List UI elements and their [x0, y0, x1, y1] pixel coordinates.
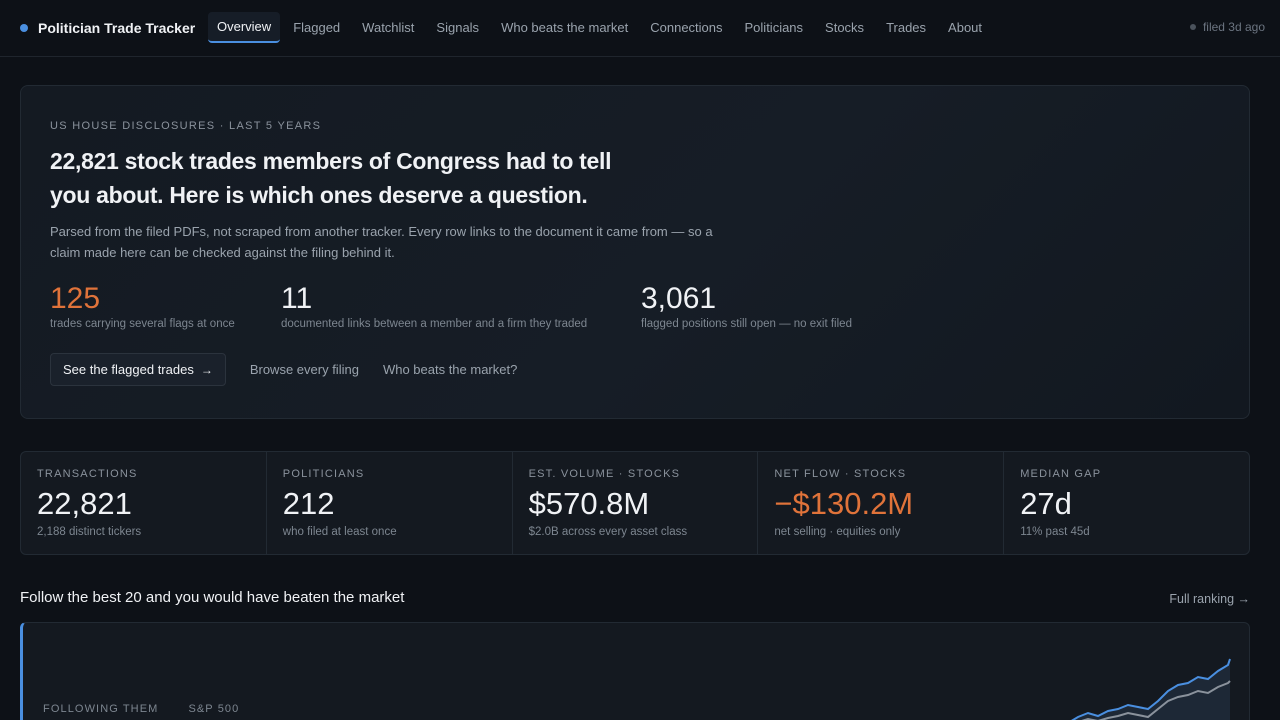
- legend-following-them: FOLLOWING THEM: [43, 703, 159, 715]
- stat-sub: $2.0B across every asset class: [528, 526, 688, 538]
- stat-sub: 2,188 distinct tickers: [37, 526, 142, 538]
- hero-stat-label: flagged positions still open — no exit f…: [641, 318, 852, 330]
- tab-watchlist[interactable]: Watchlist: [353, 12, 423, 43]
- stat-value: 27d: [1020, 486, 1072, 521]
- see-flagged-trades-button[interactable]: See the flagged trades →: [50, 353, 226, 386]
- stat-label: POLITICIANS: [282, 468, 365, 480]
- tab-overview[interactable]: Overview: [208, 12, 281, 43]
- tab-connections[interactable]: Connections: [641, 12, 731, 43]
- hero-title: 22,821 stock trades members of Congress …: [50, 148, 612, 208]
- brand-dot-icon: [20, 24, 28, 32]
- hero-stat-multi-flag: 125 trades carrying several flags at onc…: [50, 281, 235, 330]
- stat-value: 212: [282, 486, 335, 521]
- tab-politicians[interactable]: Politicians: [736, 12, 813, 43]
- tab-stocks[interactable]: Stocks: [816, 12, 873, 43]
- stats-strip: TRANSACTIONS 22,821 2,188 distinct ticke…: [20, 451, 1250, 555]
- performance-chart-card: FOLLOWING THEM S&P 500: [20, 622, 1250, 720]
- hero-stat-value: 11: [281, 282, 313, 315]
- tab-signals[interactable]: Signals: [427, 12, 488, 43]
- following-area: [1073, 659, 1230, 720]
- who-beats-the-market-link[interactable]: Who beats the market?: [383, 362, 517, 377]
- hero-stat-value: 125: [50, 282, 101, 315]
- legend-sp500: S&P 500: [188, 703, 240, 715]
- stat-value: −$130.2M: [774, 486, 914, 521]
- stat-label: NET FLOW · STOCKS: [774, 468, 907, 480]
- tab-trades[interactable]: Trades: [877, 12, 935, 43]
- filing-status-text: filed 3d ago: [1202, 20, 1265, 34]
- hero-stat-open-positions: 3,061 flagged positions still open — no …: [641, 281, 852, 330]
- stat-est-volume: EST. VOLUME · STOCKS $570.8M $2.0B acros…: [513, 452, 759, 554]
- full-ranking-link[interactable]: Full ranking →: [1169, 592, 1250, 606]
- best-20-section-header: Follow the best 20 and you would have be…: [20, 589, 1250, 611]
- stat-value: $570.8M: [528, 486, 650, 521]
- hero-card: US HOUSE DISCLOSURES · LAST 5 YEARS 22,8…: [20, 85, 1250, 419]
- brand[interactable]: Politician Trade Tracker: [20, 18, 195, 38]
- stat-net-flow: NET FLOW · STOCKS −$130.2M net selling ·…: [758, 452, 1005, 554]
- stat-value: 22,821: [37, 486, 132, 521]
- stat-label: TRANSACTIONS: [37, 468, 138, 480]
- browse-every-filing-link[interactable]: Browse every filing: [250, 362, 359, 377]
- hero-stat-label: documented links between a member and a …: [281, 318, 588, 330]
- tab-who-beats-the-market[interactable]: Who beats the market: [492, 12, 637, 43]
- hero-actions: See the flagged trades → Browse every fi…: [50, 353, 517, 386]
- status-dot-icon: [1189, 24, 1196, 30]
- filing-status: filed 3d ago: [1189, 20, 1265, 34]
- stat-label: EST. VOLUME · STOCKS: [528, 468, 681, 480]
- stat-sub: who filed at least once: [282, 526, 397, 538]
- hero-eyebrow: US HOUSE DISCLOSURES · LAST 5 YEARS: [50, 120, 322, 132]
- stat-politicians: POLITICIANS 212 who filed at least once: [267, 452, 513, 554]
- tab-about[interactable]: About: [939, 12, 991, 43]
- section-title: Follow the best 20 and you would have be…: [20, 589, 405, 606]
- hero-stat-links: 11 documented links between a member and…: [281, 281, 587, 330]
- arrow-right-icon: →: [200, 362, 213, 377]
- stat-sub: 11% past 45d: [1020, 526, 1090, 538]
- hero-stat-label: trades carrying several flags at once: [50, 318, 235, 330]
- tab-flagged[interactable]: Flagged: [284, 12, 349, 43]
- see-flagged-trades-label: See the flagged trades: [63, 362, 194, 377]
- stat-transactions: TRANSACTIONS 22,821 2,188 distinct ticke…: [21, 452, 267, 554]
- nav-tabs: Overview Flagged Watchlist Signals Who b…: [208, 12, 995, 43]
- brand-name: Politician Trade Tracker: [38, 20, 196, 36]
- chart-legend: FOLLOWING THEM S&P 500: [43, 703, 269, 715]
- stat-median-gap: MEDIAN GAP 27d 11% past 45d: [1004, 452, 1249, 554]
- stat-sub: net selling · equities only: [774, 526, 901, 538]
- hero-description: Parsed from the filed PDFs, not scraped …: [50, 224, 713, 260]
- hero-stat-value: 3,061: [641, 282, 717, 315]
- top-nav: Politician Trade Tracker Overview Flagge…: [0, 0, 1280, 57]
- stat-label: MEDIAN GAP: [1020, 468, 1102, 480]
